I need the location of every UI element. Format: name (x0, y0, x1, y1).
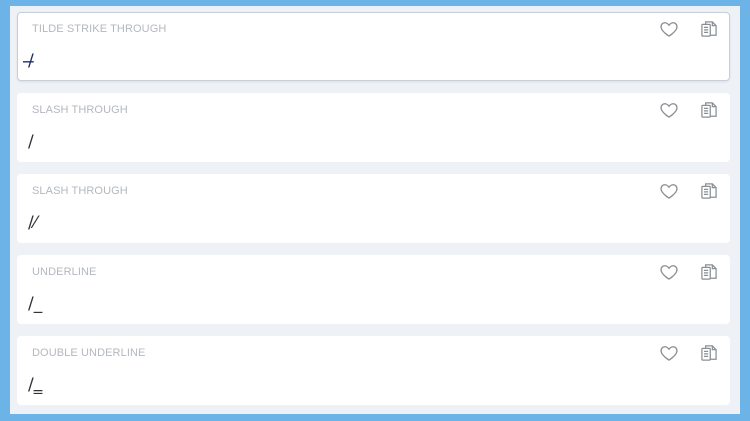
style-card-slash-through[interactable]: SLASH THROUGH / (17, 93, 730, 162)
copy-icon[interactable] (697, 260, 721, 284)
copy-icon[interactable] (697, 179, 721, 203)
style-card-double-underline[interactable]: DOUBLE UNDERLINE /‗ (17, 336, 730, 405)
style-label: TILDE STRIKE THROUGH (32, 23, 167, 35)
style-card-underline[interactable]: UNDERLINE /_ (17, 255, 730, 324)
style-list: TILDE STRIKE THROUGH /̶ SLASH THROUGH / (17, 12, 730, 417)
card-actions (657, 179, 721, 203)
card-actions (657, 341, 721, 365)
style-label: UNDERLINE (32, 266, 97, 278)
app-frame: TILDE STRIKE THROUGH /̶ SLASH THROUGH / (0, 0, 750, 421)
style-label: DOUBLE UNDERLINE (32, 347, 146, 359)
heart-icon[interactable] (657, 98, 681, 122)
copy-icon[interactable] (697, 341, 721, 365)
heart-icon[interactable] (657, 17, 681, 41)
style-label: SLASH THROUGH (32, 185, 128, 197)
style-preview-text[interactable]: /⁄ (28, 213, 37, 233)
style-label: SLASH THROUGH (32, 104, 128, 116)
style-preview-text[interactable]: /̶ (28, 51, 34, 71)
style-preview-text[interactable]: /_ (28, 294, 42, 314)
style-card-tilde-strike-through[interactable]: TILDE STRIKE THROUGH /̶ (17, 12, 730, 81)
copy-icon[interactable] (697, 17, 721, 41)
style-preview-text[interactable]: /‗ (28, 375, 42, 395)
style-preview-text[interactable]: / (28, 132, 34, 152)
card-actions (657, 98, 721, 122)
heart-icon[interactable] (657, 179, 681, 203)
heart-icon[interactable] (657, 341, 681, 365)
card-actions (657, 17, 721, 41)
copy-icon[interactable] (697, 98, 721, 122)
heart-icon[interactable] (657, 260, 681, 284)
card-actions (657, 260, 721, 284)
style-card-slash-through-alt[interactable]: SLASH THROUGH /⁄ (17, 174, 730, 243)
